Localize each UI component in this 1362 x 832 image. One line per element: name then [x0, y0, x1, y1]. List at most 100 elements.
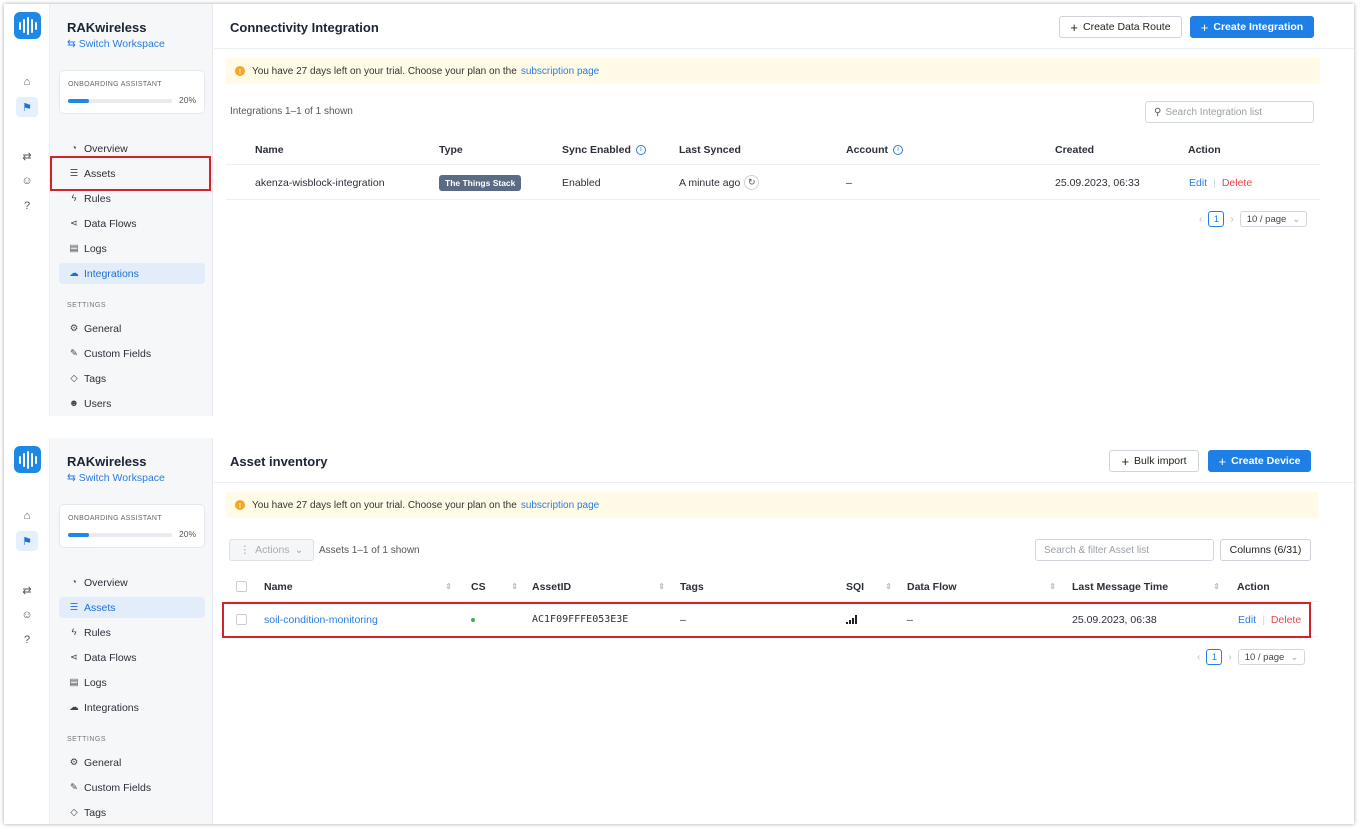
header-divider	[214, 482, 1354, 483]
col-data-flow-label: Data Flow	[907, 580, 957, 593]
nav-logs[interactable]: ▤ Logs	[59, 238, 205, 259]
delete-link[interactable]: Delete	[1222, 177, 1252, 189]
nav-users[interactable]: ☻ Users	[59, 393, 205, 414]
columns-button[interactable]: Columns (6/31)	[1220, 539, 1311, 561]
col-type[interactable]: Type	[439, 135, 463, 164]
info-icon[interactable]: i	[893, 144, 903, 155]
col-asset-id[interactable]: AssetID ⇕	[532, 572, 665, 601]
swap-icon[interactable]: ⇄	[16, 580, 38, 600]
asset-search-placeholder: Search & filter Asset list	[1044, 544, 1150, 556]
onboarding-progress-bar	[68, 99, 172, 103]
sidebar: RAKwireless ⇆ Switch Workspace ONBOARDIN…	[50, 4, 213, 416]
nav-tags[interactable]: ◇ Tags	[59, 802, 205, 823]
next-page-icon[interactable]: ›	[1228, 652, 1231, 663]
edit-icon: ✎	[70, 348, 78, 359]
nav-data-flows-label: Data Flows	[84, 217, 137, 230]
col-created[interactable]: Created	[1055, 135, 1094, 164]
settings-section-header: SETTINGS	[67, 736, 107, 743]
sort-icon[interactable]: ⇕	[885, 582, 892, 591]
actions-dropdown[interactable]: ⋮ Actions ⌄	[229, 539, 314, 561]
bank-icon[interactable]: ⌂	[16, 72, 38, 92]
nav-data-flows[interactable]: ⋖ Data Flows	[59, 647, 205, 668]
share-icon: ⋖	[70, 218, 78, 229]
subscription-link[interactable]: subscription page	[521, 66, 599, 77]
nav-tags-label: Tags	[84, 806, 107, 819]
nav-general[interactable]: ⚙ General	[59, 318, 205, 339]
switch-workspace-link[interactable]: ⇆ Switch Workspace	[67, 472, 165, 484]
col-name[interactable]: Name ⇕	[264, 572, 452, 601]
edit-link[interactable]: Edit	[1189, 177, 1207, 189]
info-icon[interactable]: i	[635, 144, 646, 155]
col-tags[interactable]: Tags	[680, 572, 704, 601]
sort-icon[interactable]: ⇕	[1049, 582, 1056, 591]
nav-general[interactable]: ⚙ General	[59, 752, 205, 773]
nav-overview[interactable]: ◔ Overview	[59, 572, 205, 593]
app-logo-icon[interactable]	[14, 12, 41, 39]
workspace-name: RAKwireless	[67, 20, 147, 35]
nav-logs[interactable]: ▤ Logs	[59, 672, 205, 693]
nav-assets[interactable]: ☰ Assets	[59, 597, 205, 618]
col-last-synced[interactable]: Last Synced	[679, 135, 741, 164]
asset-search-input[interactable]: Search & filter Asset list	[1035, 539, 1214, 561]
onboarding-percent: 20%	[178, 95, 196, 105]
nav-rules[interactable]: ϟ Rules	[59, 188, 205, 209]
col-cs[interactable]: CS ⇕	[471, 572, 518, 601]
nav-custom-fields-label: Custom Fields	[84, 781, 152, 794]
integration-search-input[interactable]: ⚲ Search Integration list	[1145, 101, 1314, 123]
onboarding-assistant[interactable]: ONBOARDING ASSISTANT 20%	[59, 70, 205, 114]
edit-icon: ✎	[70, 782, 78, 793]
nav-data-flows[interactable]: ⋖ Data Flows	[59, 213, 205, 234]
sort-icon[interactable]: ⇕	[658, 582, 665, 591]
select-all-checkbox[interactable]	[236, 572, 247, 601]
next-page-icon[interactable]: ›	[1230, 214, 1233, 225]
flag-icon[interactable]: ⚑	[16, 97, 38, 117]
create-data-route-button[interactable]: + Create Data Route	[1059, 16, 1182, 38]
col-data-flow[interactable]: Data Flow ⇕	[907, 572, 1056, 601]
page-size-select[interactable]: 10 / page ⌄	[1237, 649, 1306, 665]
prev-page-icon[interactable]: ‹	[1199, 214, 1202, 225]
nav-custom-fields[interactable]: ✎ Custom Fields	[59, 777, 205, 798]
create-device-button[interactable]: + Create Device	[1208, 450, 1311, 472]
subscription-link[interactable]: subscription page	[521, 500, 599, 511]
integration-pagination: ‹ 1 › 10 / page ⌄	[1199, 211, 1308, 227]
create-integration-button[interactable]: + Create Integration	[1190, 16, 1314, 38]
col-name[interactable]: Name	[255, 135, 284, 164]
table-row[interactable]: akenza-wisblock-integration The Things S…	[226, 166, 1320, 200]
nav-integrations[interactable]: ☁ Integrations	[59, 263, 205, 284]
sort-icon[interactable]: ⇕	[1213, 582, 1220, 591]
bank-icon[interactable]: ⌂	[16, 506, 38, 526]
col-sqi[interactable]: SQI ⇕	[846, 572, 892, 601]
nav-rules[interactable]: ϟ Rules	[59, 622, 205, 643]
help-icon[interactable]: ?	[16, 630, 38, 650]
chevron-down-icon: ⌄	[1290, 651, 1299, 663]
user-icon[interactable]: ☺	[16, 605, 38, 625]
page-number[interactable]: 1	[1206, 649, 1223, 665]
sort-icon[interactable]: ⇕	[511, 582, 518, 591]
swap-icon[interactable]: ⇄	[16, 146, 38, 166]
prev-page-icon[interactable]: ‹	[1197, 652, 1200, 663]
create-device-label: Create Device	[1231, 455, 1301, 467]
nav-integrations[interactable]: ☁ Integrations	[59, 697, 205, 718]
sort-icon[interactable]: ⇕	[445, 582, 452, 591]
onboarding-assistant[interactable]: ONBOARDING ASSISTANT 20%	[59, 504, 205, 548]
user-icon[interactable]: ☺	[16, 171, 38, 191]
flag-icon[interactable]: ⚑	[16, 531, 38, 551]
col-sync-enabled[interactable]: Sync Enabled i	[562, 135, 646, 164]
trial-banner: ! You have 27 days left on your trial. Ch…	[226, 492, 1318, 518]
integration-name[interactable]: akenza-wisblock-integration	[255, 166, 385, 199]
col-last-message-time[interactable]: Last Message Time ⇕	[1072, 572, 1220, 601]
switch-workspace-link[interactable]: ⇆ Switch Workspace	[67, 38, 165, 50]
app-logo-icon[interactable]	[14, 446, 41, 473]
warning-icon: !	[235, 66, 245, 76]
refresh-icon[interactable]: ↻	[744, 175, 760, 190]
nav-custom-fields[interactable]: ✎ Custom Fields	[59, 343, 205, 364]
nav-users-label: Users	[84, 397, 112, 410]
nav-overview-label: Overview	[84, 576, 128, 589]
nav-tags[interactable]: ◇ Tags	[59, 368, 205, 389]
page-size-select[interactable]: 10 / page ⌄	[1239, 211, 1308, 227]
page-number[interactable]: 1	[1208, 211, 1225, 227]
connectivity-main: Connectivity Integration + Create Data Ro…	[214, 4, 1354, 416]
help-icon[interactable]: ?	[16, 196, 38, 216]
col-account[interactable]: Account i	[846, 135, 903, 164]
bulk-import-button[interactable]: + Bulk import	[1109, 450, 1199, 472]
